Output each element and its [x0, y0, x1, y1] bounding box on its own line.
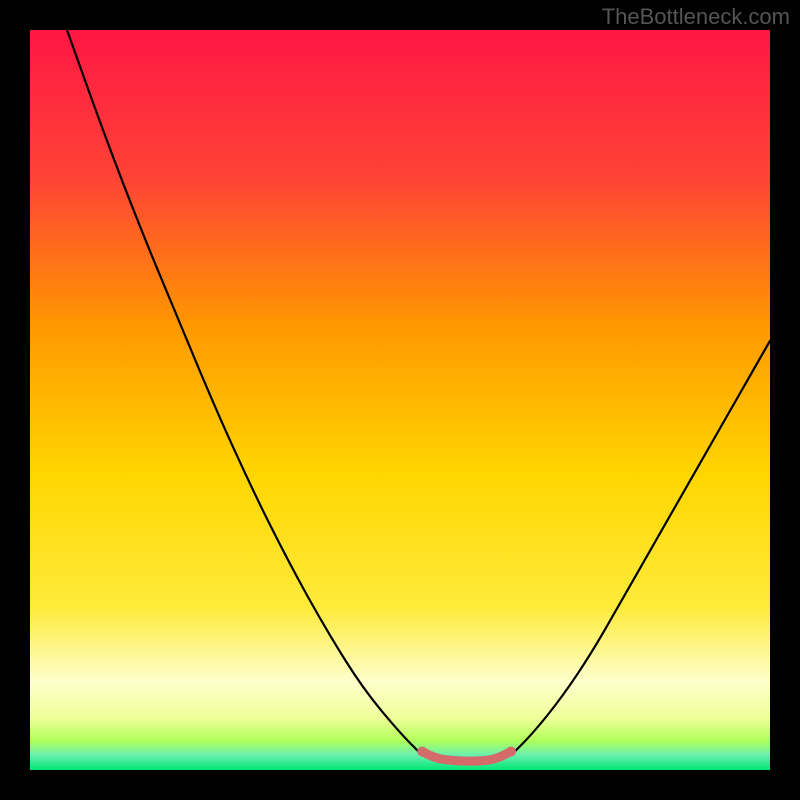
chart-container: TheBottleneck.com — [0, 0, 800, 800]
watermark-text: TheBottleneck.com — [602, 4, 790, 30]
gradient-background — [30, 30, 770, 770]
plot-area — [30, 30, 770, 770]
chart-svg — [30, 30, 770, 770]
series-endpoint — [506, 747, 516, 757]
series-endpoint — [417, 747, 427, 757]
